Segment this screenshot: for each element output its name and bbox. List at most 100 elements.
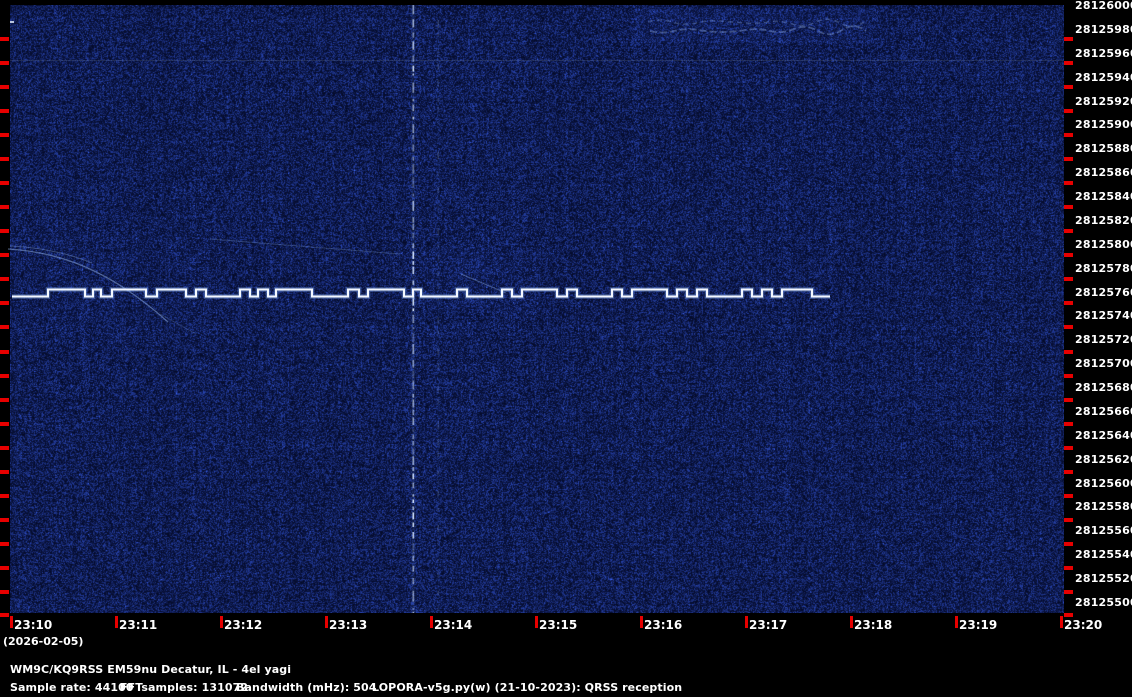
freq-tick-mark (0, 590, 9, 594)
freq-tick-mark (0, 229, 9, 233)
freq-tick-mark (0, 157, 9, 161)
time-tick-label: 23:11 (119, 618, 158, 632)
time-tick-mark (430, 616, 433, 628)
freq-tick-mark (1064, 350, 1073, 354)
program-label: LOPORA-v5g.py(w) (21-10-2023): QRSS rece… (372, 681, 683, 694)
freq-tick-mark (0, 542, 9, 546)
freq-tick-mark (1064, 133, 1073, 137)
freq-tick-mark (0, 61, 9, 65)
freq-tick-mark (0, 181, 9, 185)
freq-tick-label: 28125700 (1075, 357, 1132, 370)
freq-tick-mark (1064, 518, 1073, 522)
freq-tick-label: 28125620 (1075, 453, 1132, 466)
freq-tick-label: 28125760 (1075, 286, 1132, 299)
freq-tick-mark (0, 325, 9, 329)
freq-tick-label: 28125860 (1075, 166, 1132, 179)
sample-rate-label: Sample rate: 44100 (10, 681, 134, 694)
freq-tick-mark (1064, 37, 1073, 41)
freq-tick-mark (1064, 422, 1073, 426)
freq-tick-label: 28125560 (1075, 524, 1132, 537)
freq-tick-mark (0, 301, 9, 305)
freq-tick-mark (0, 446, 9, 450)
freq-tick-mark (0, 422, 9, 426)
qrss-grabber-screen: 28126000 28125980 28125960 28125940 28125920… (0, 0, 1132, 697)
freq-tick-mark (1064, 229, 1073, 233)
freq-tick-label: 28125820 (1075, 214, 1132, 227)
time-tick-label: 23:20 (1064, 618, 1103, 632)
freq-tick-mark (0, 613, 9, 617)
freq-tick-label: 28125960 (1075, 47, 1132, 60)
freq-tick-mark (0, 277, 9, 281)
freq-tick-mark (1064, 494, 1073, 498)
freq-tick-mark (1064, 542, 1073, 546)
freq-tick-mark (0, 566, 9, 570)
freq-tick-mark (1064, 109, 1073, 113)
time-tick-mark (115, 616, 118, 628)
time-tick-mark (850, 616, 853, 628)
freq-tick-label: 28125800 (1075, 238, 1132, 251)
time-tick-mark (10, 616, 13, 628)
freq-tick-label: 28125720 (1075, 333, 1132, 346)
freq-tick-mark (0, 133, 9, 137)
freq-tick-mark (0, 85, 9, 89)
freq-tick-label: 28125520 (1075, 572, 1132, 585)
fft-samples-label: FFTsamples: 131072 (120, 681, 249, 694)
freq-tick-mark (1064, 566, 1073, 570)
freq-tick-mark (0, 253, 9, 257)
freq-tick-label: 28125980 (1075, 23, 1132, 36)
freq-tick-mark (1064, 301, 1073, 305)
time-tick-mark (535, 616, 538, 628)
freq-tick-mark (0, 205, 9, 209)
time-tick-label: 23:16 (644, 618, 683, 632)
freq-tick-mark (1064, 85, 1073, 89)
freq-tick-mark (1064, 253, 1073, 257)
freq-tick-label: 28125840 (1075, 190, 1132, 203)
time-tick-mark (1060, 616, 1063, 628)
freq-tick-mark (1064, 374, 1073, 378)
freq-tick-mark (1064, 157, 1073, 161)
freq-tick-label: 28125600 (1075, 477, 1132, 490)
time-tick-label: 23:18 (854, 618, 893, 632)
station-info-line: WM9C/KQ9RSS EM59nu Decatur, IL - 4el yag… (10, 663, 292, 676)
freq-tick-mark (0, 109, 9, 113)
time-tick-mark (640, 616, 643, 628)
freq-tick-mark (0, 350, 9, 354)
freq-tick-mark (0, 374, 9, 378)
freq-tick-mark (1064, 181, 1073, 185)
freq-tick-label: 28126000 (1075, 0, 1132, 12)
freq-tick-mark (1064, 277, 1073, 281)
freq-tick-mark (1064, 446, 1073, 450)
spectrogram-noise-area (10, 5, 1064, 613)
freq-tick-label: 28125640 (1075, 429, 1132, 442)
freq-tick-mark (1064, 590, 1073, 594)
time-tick-label: 23:14 (434, 618, 473, 632)
time-tick-label: 23:15 (539, 618, 578, 632)
date-label: (2026-02-05) (3, 635, 84, 648)
time-tick-mark (745, 616, 748, 628)
time-tick-mark (325, 616, 328, 628)
time-tick-label: 23:13 (329, 618, 368, 632)
freq-tick-mark (1064, 398, 1073, 402)
freq-tick-mark (0, 494, 9, 498)
freq-tick-label: 28125780 (1075, 262, 1132, 275)
freq-tick-mark (0, 398, 9, 402)
freq-tick-label: 28125680 (1075, 381, 1132, 394)
freq-tick-mark (1064, 325, 1073, 329)
freq-tick-label: 28125920 (1075, 95, 1132, 108)
freq-tick-mark (0, 470, 9, 474)
freq-tick-label: 28125740 (1075, 309, 1132, 322)
freq-tick-mark (0, 37, 9, 41)
time-tick-mark (220, 616, 223, 628)
time-tick-label: 23:12 (224, 618, 263, 632)
freq-tick-label: 28125900 (1075, 118, 1132, 131)
freq-tick-label: 28125940 (1075, 71, 1132, 84)
freq-tick-mark (1064, 613, 1073, 617)
freq-tick-mark (1064, 470, 1073, 474)
time-tick-label: 23:10 (14, 618, 53, 632)
freq-tick-label: 28125880 (1075, 142, 1132, 155)
freq-tick-mark (0, 518, 9, 522)
freq-tick-label: 28125660 (1075, 405, 1132, 418)
freq-tick-label: 28125500 (1075, 596, 1132, 609)
freq-tick-label: 28125540 (1075, 548, 1132, 561)
time-tick-label: 23:19 (959, 618, 998, 632)
